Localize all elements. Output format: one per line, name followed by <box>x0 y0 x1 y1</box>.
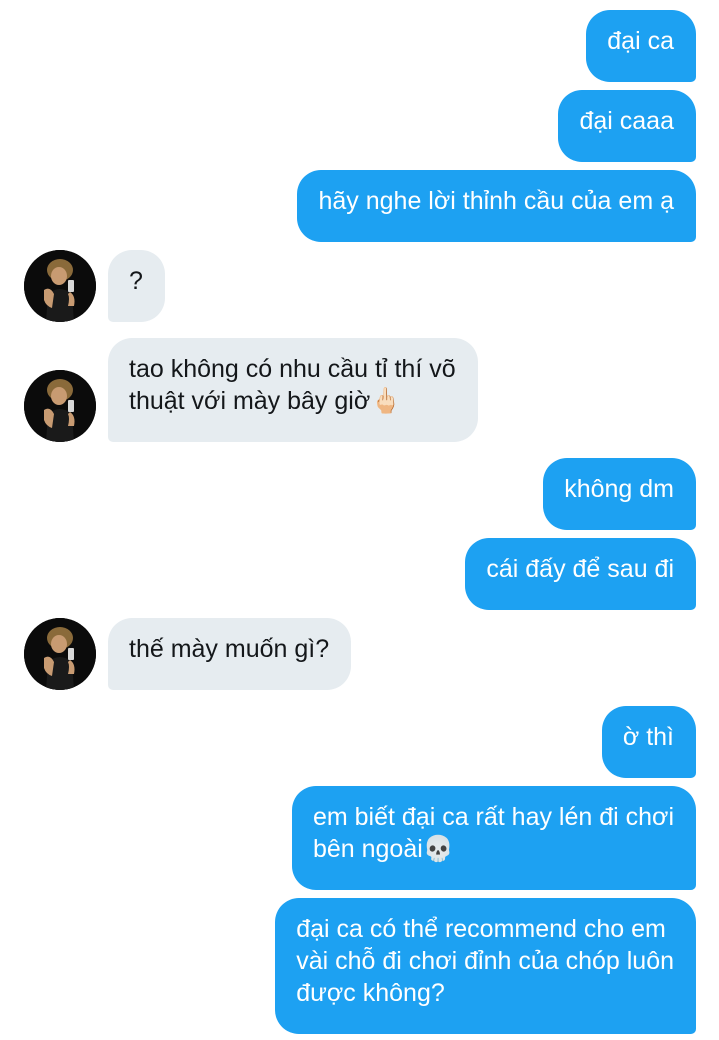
message-bubble-outgoing[interactable]: em biết đại ca rất hay lén đi chơi bên n… <box>291 786 696 890</box>
message-bubble-outgoing[interactable]: đại caaa <box>558 90 696 162</box>
avatar-photo-icon <box>24 250 96 322</box>
message-bubble-outgoing[interactable]: cái đấy để sau đi <box>465 538 696 610</box>
message-bubble-outgoing[interactable]: hãy nghe lời thỉnh cầu của em ạ <box>297 170 696 242</box>
avatar-photo-icon <box>24 618 96 690</box>
message-bubble-outgoing[interactable]: đại ca <box>586 10 696 82</box>
avatar-photo-icon <box>24 370 96 442</box>
avatar[interactable] <box>24 250 96 322</box>
message-bubble-outgoing[interactable]: đại ca có thể recommend cho em vài chỗ đ… <box>275 898 696 1034</box>
message-bubble-incoming[interactable]: tao không có nhu cầu tỉ thí võ thuật với… <box>108 338 478 442</box>
message-bubble-incoming[interactable]: ? <box>108 250 165 322</box>
avatar[interactable] <box>24 370 96 442</box>
dm-conversation: { "conversation": { "messages": [ {"id":… <box>0 0 719 1040</box>
message-bubble-incoming[interactable]: thế mày muốn gì? <box>108 618 352 690</box>
message-bubble-outgoing[interactable]: không dm <box>543 458 696 530</box>
message-bubble-outgoing[interactable]: ờ thì <box>601 706 696 778</box>
avatar[interactable] <box>24 618 96 690</box>
